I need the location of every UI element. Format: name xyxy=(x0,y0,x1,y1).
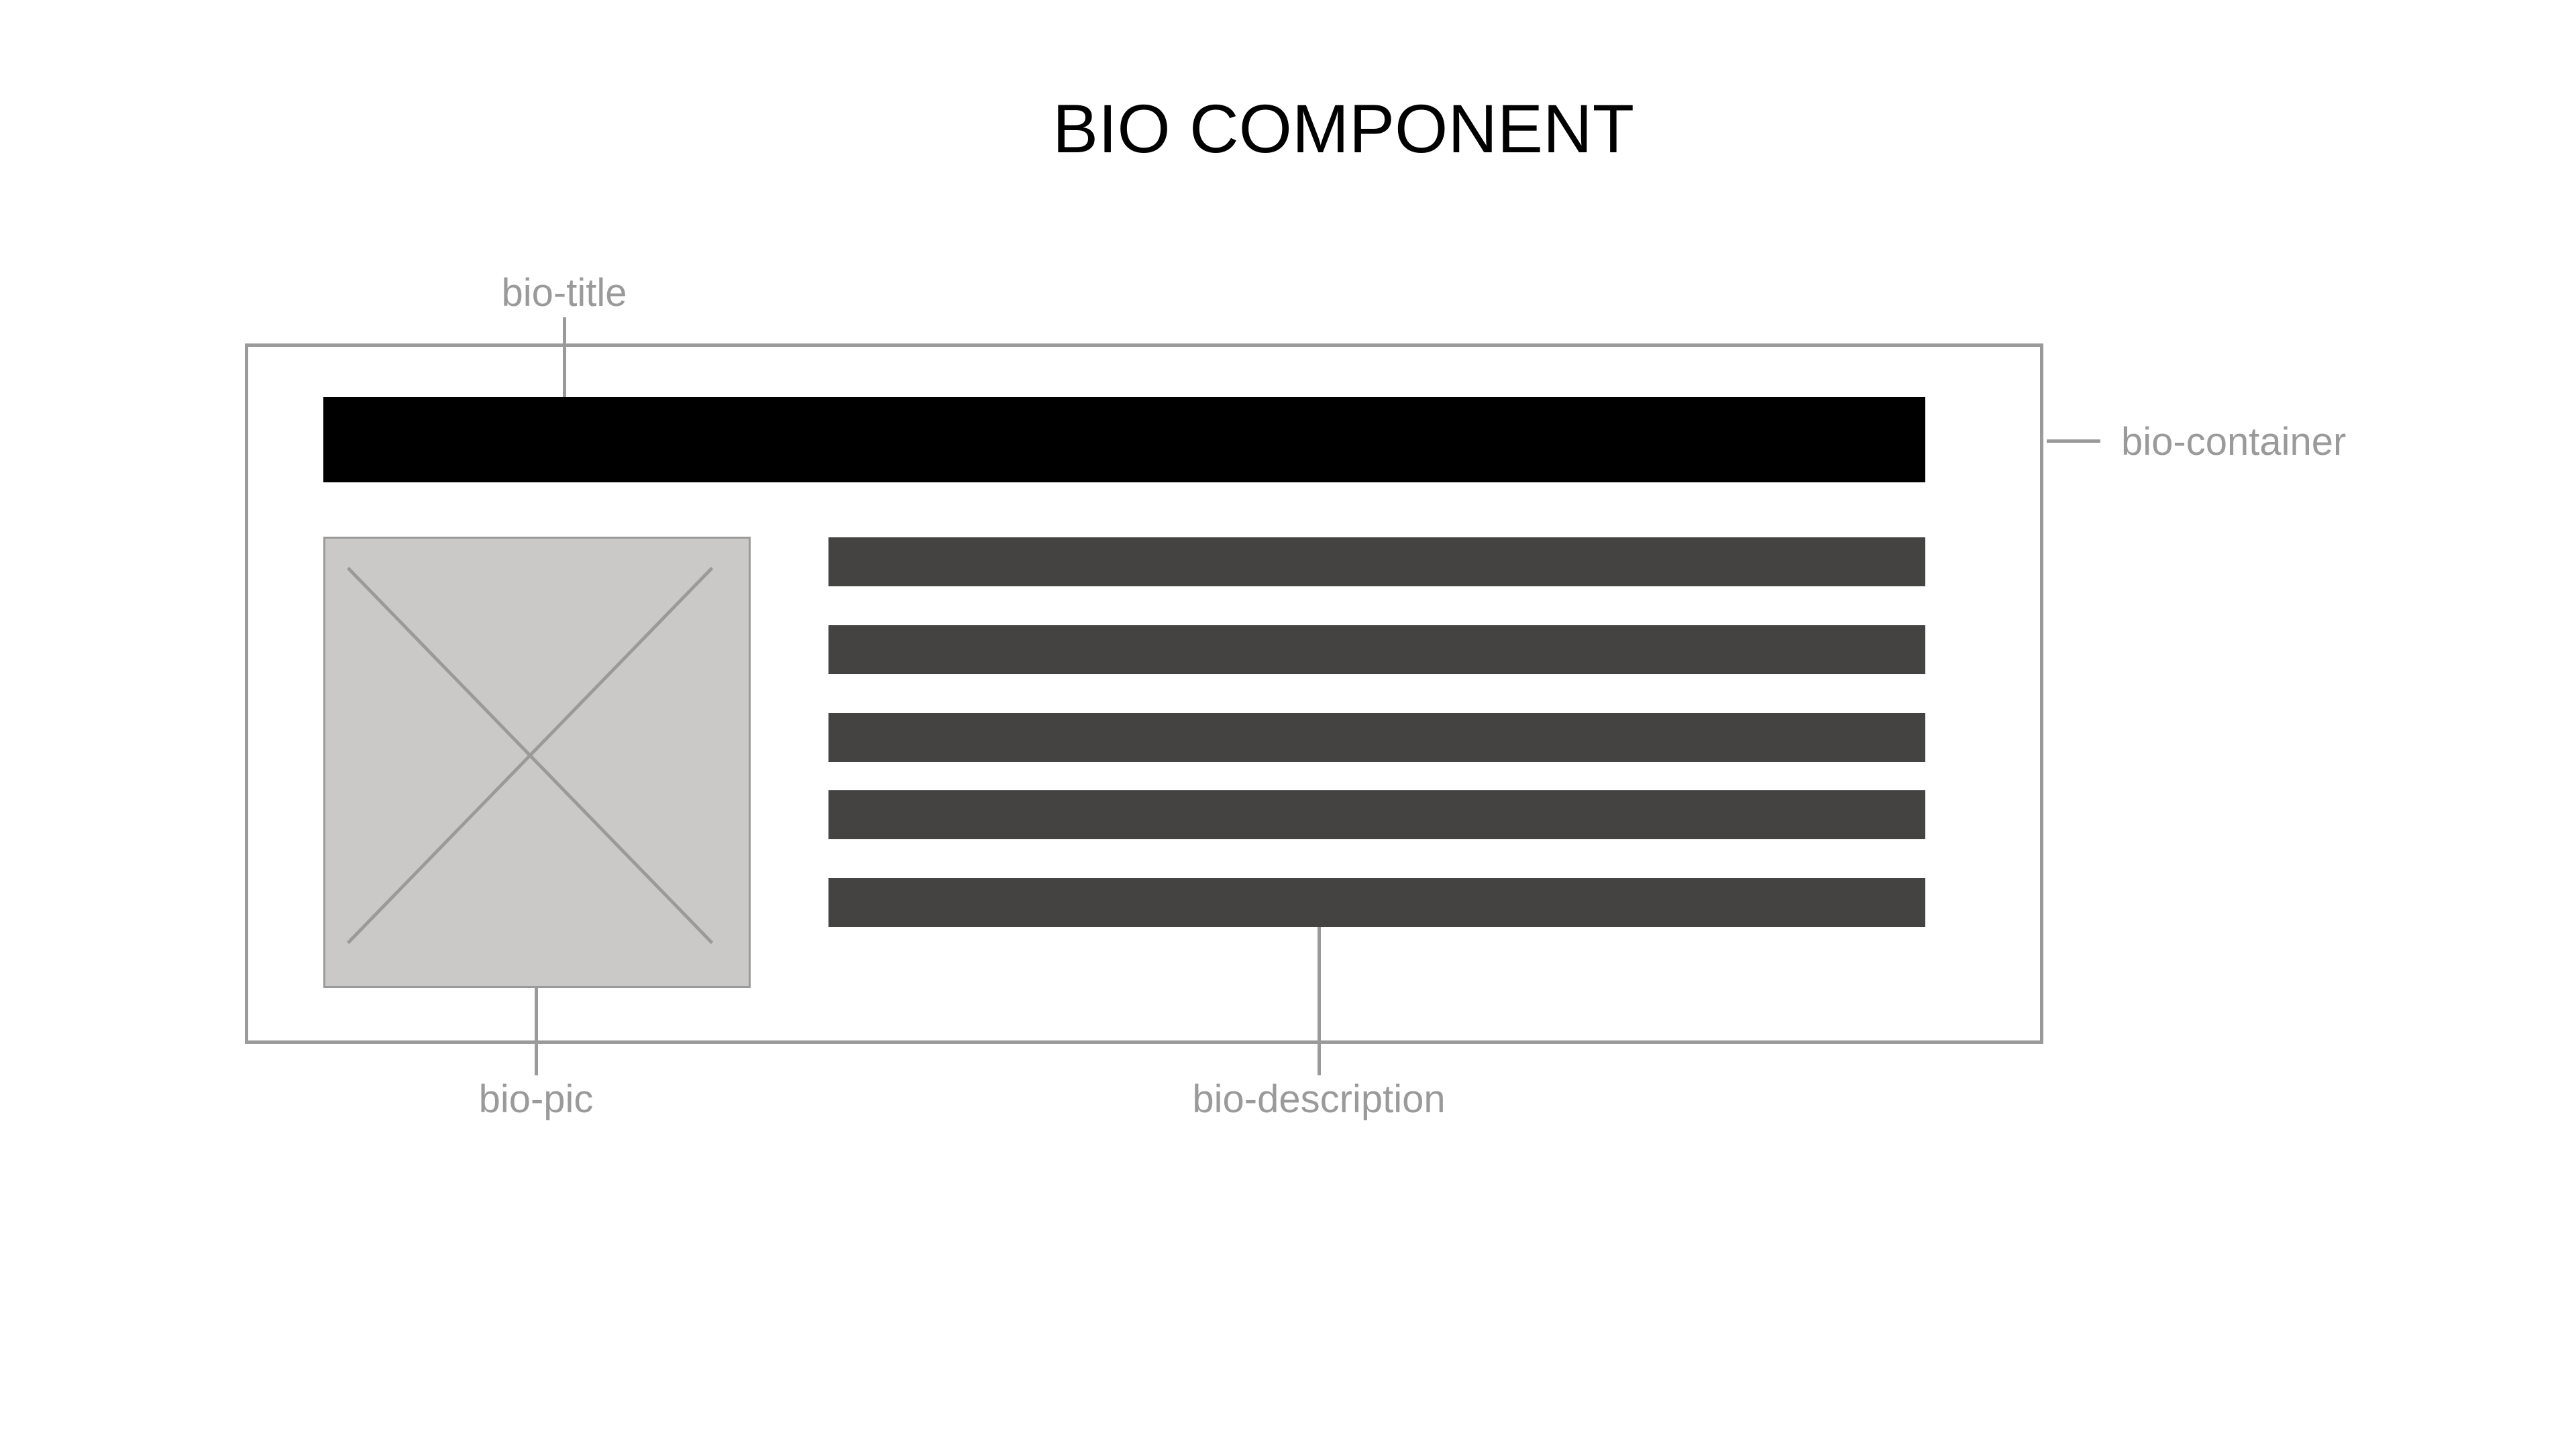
bio-description-line xyxy=(828,625,1925,674)
bio-description-label: bio-description xyxy=(1192,1077,1446,1121)
bio-container-label: bio-container xyxy=(2121,420,2347,464)
bio-title-leader-line xyxy=(563,317,566,397)
bio-pic-label: bio-pic xyxy=(478,1077,594,1121)
image-placeholder-x-icon xyxy=(346,566,714,945)
bio-title-bar xyxy=(323,397,1925,482)
bio-pic-leader-line xyxy=(535,988,538,1075)
bio-container-leader-line xyxy=(2047,439,2100,443)
page-title: BIO COMPONENT xyxy=(1052,91,1635,167)
bio-description-leader-line xyxy=(1318,927,1321,1075)
bio-description-line xyxy=(828,537,1925,586)
bio-description-line xyxy=(828,713,1925,762)
bio-description-line xyxy=(828,790,1925,839)
bio-title-label: bio-title xyxy=(501,271,627,315)
bio-pic-placeholder xyxy=(323,537,751,988)
bio-description-line xyxy=(828,878,1925,927)
